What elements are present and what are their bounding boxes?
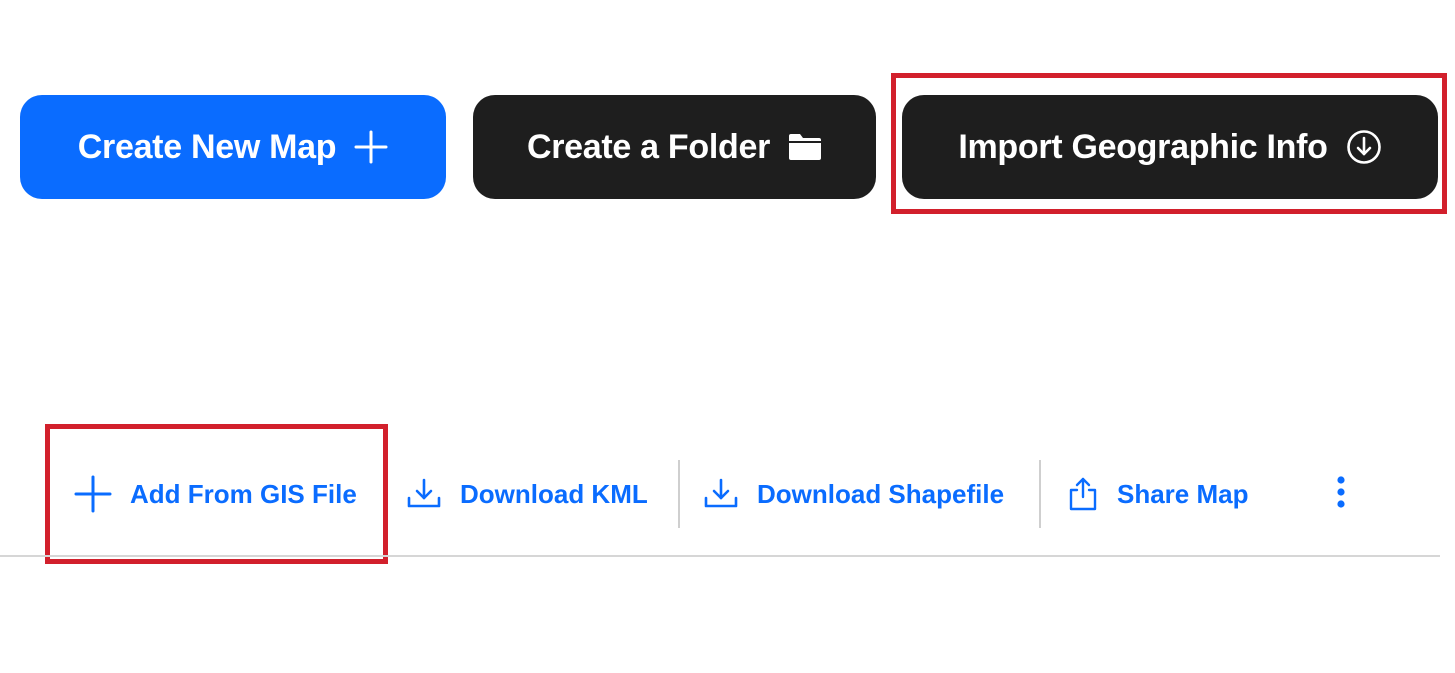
toolbar-divider: [678, 460, 680, 528]
share-icon: [1067, 476, 1099, 512]
more-vertical-icon: [1335, 475, 1347, 514]
plus-icon: [354, 130, 388, 164]
download-shapefile-label: Download Shapefile: [757, 478, 1005, 509]
plus-icon: [74, 475, 112, 513]
more-options-button[interactable]: [1326, 475, 1356, 514]
toolbar-bottom-divider: [0, 555, 1440, 557]
create-folder-label: Create a Folder: [526, 127, 771, 166]
folder-icon: [788, 133, 822, 161]
create-folder-button[interactable]: Create a Folder: [473, 95, 876, 199]
import-geographic-info-label: Import Geographic Info: [958, 127, 1328, 166]
share-map-label: Share Map: [1117, 478, 1249, 509]
add-from-gis-file-label: Add From GIS File: [130, 478, 357, 509]
toolbar-divider: [1039, 460, 1041, 528]
download-icon: [406, 478, 442, 510]
create-new-map-label: Create New Map: [77, 127, 337, 166]
create-new-map-button[interactable]: Create New Map: [20, 95, 446, 199]
download-icon: [703, 478, 739, 510]
share-map-button[interactable]: Share Map: [1067, 468, 1249, 520]
circle-download-icon: [1346, 129, 1382, 165]
add-from-gis-file-button[interactable]: Add From GIS File: [74, 468, 357, 520]
import-geographic-info-button[interactable]: Import Geographic Info: [902, 95, 1438, 199]
download-shapefile-button[interactable]: Download Shapefile: [703, 468, 1004, 520]
download-kml-label: Download KML: [460, 478, 648, 509]
download-kml-button[interactable]: Download KML: [406, 468, 648, 520]
